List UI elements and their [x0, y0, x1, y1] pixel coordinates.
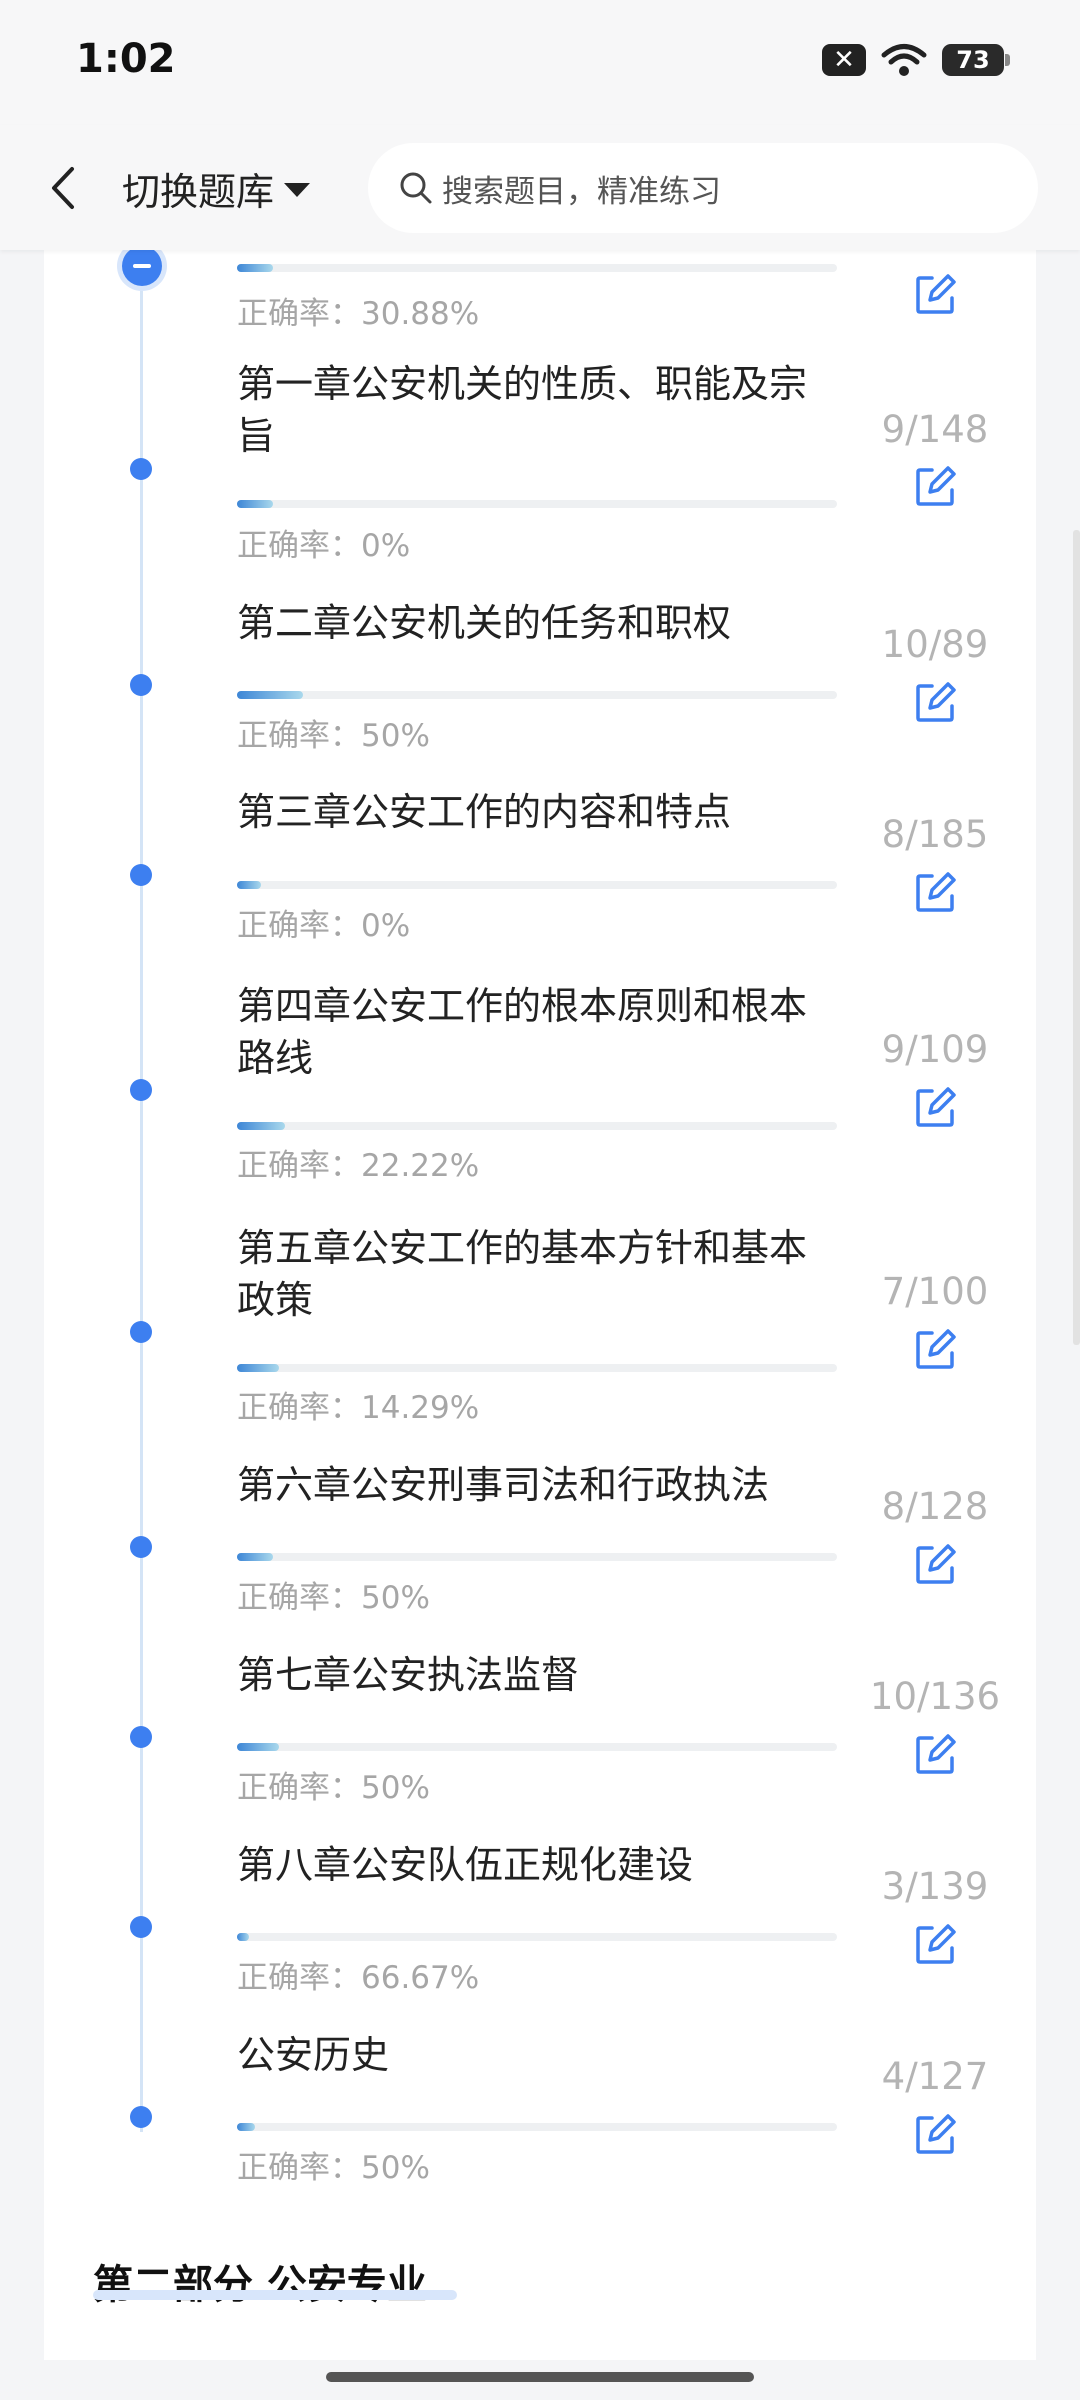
- chapter-title: 第八章公安队伍正规化建设: [237, 1843, 694, 1887]
- timeline-dot: [130, 1916, 152, 1938]
- accuracy-text: 正确率：50%: [237, 1770, 430, 1806]
- wifi-icon: [881, 44, 927, 76]
- search-input[interactable]: 搜索题目，精准练习: [368, 143, 1038, 233]
- progress-fill: [237, 500, 273, 508]
- switch-bank-label: 切换题库: [122, 169, 275, 214]
- top-header: 切换题库 搜索题目，精准练习: [0, 125, 1080, 250]
- collapse-node-icon[interactable]: [122, 246, 162, 286]
- status-time: 1:02: [76, 36, 176, 82]
- home-indicator[interactable]: [326, 2372, 754, 2382]
- edit-icon[interactable]: [912, 2112, 958, 2158]
- progress-track: [237, 2123, 837, 2131]
- progress-track: [237, 1553, 837, 1561]
- progress-track: [237, 1364, 837, 1372]
- scrollbar[interactable]: [1073, 530, 1080, 1345]
- question-count: 9/109: [881, 1028, 989, 1071]
- timeline-line: [140, 262, 143, 2132]
- progress-track: [237, 691, 837, 699]
- progress-fill: [237, 881, 261, 889]
- switch-bank-button[interactable]: 切换题库: [122, 155, 311, 221]
- progress-track: [237, 1933, 837, 1941]
- caret-down-icon: [284, 183, 311, 197]
- edit-icon[interactable]: [912, 1542, 958, 1588]
- timeline-dot: [130, 2106, 152, 2128]
- status-bar: 1:02 ✕ 73: [0, 0, 1080, 125]
- question-count: 8/185: [881, 813, 989, 856]
- progress-fill: [237, 2123, 255, 2131]
- edit-icon[interactable]: [912, 680, 958, 726]
- timeline-dot: [130, 864, 152, 886]
- timeline-dot: [130, 458, 152, 480]
- progress-fill: [237, 1122, 285, 1130]
- accuracy-text: 正确率：30.88%: [237, 296, 480, 332]
- back-arrow-icon: [52, 167, 74, 209]
- edit-icon[interactable]: [912, 1732, 958, 1778]
- chapter-title: 第五章公安工作的基本方针和基本政策: [237, 1226, 808, 1322]
- accuracy-text: 正确率：50%: [237, 2150, 430, 2186]
- battery-icon: 73: [942, 44, 1010, 76]
- progress-track: [237, 500, 837, 508]
- chapter-title: 第六章公安刑事司法和行政执法: [237, 1463, 770, 1507]
- notification-badge-icon: ✕: [822, 44, 866, 76]
- accuracy-text: 正确率：66.67%: [237, 1960, 480, 1996]
- edit-icon[interactable]: [912, 870, 958, 916]
- edit-icon[interactable]: [912, 272, 958, 318]
- chapter-title: 第三章公安工作的内容和特点: [237, 790, 732, 834]
- timeline-dot: [130, 674, 152, 696]
- question-count: 10/89: [881, 623, 989, 666]
- edit-icon[interactable]: [912, 464, 958, 510]
- progress-fill: [237, 691, 303, 699]
- progress-track: [237, 881, 837, 889]
- progress-track: [237, 1743, 837, 1751]
- progress-fill: [237, 1553, 273, 1561]
- accuracy-text: 正确率：0%: [237, 528, 411, 564]
- section-title: 第二部分 公安专业: [93, 2262, 427, 2308]
- back-button[interactable]: [40, 160, 86, 216]
- question-count: 9/148: [881, 408, 989, 451]
- progress-track: [237, 1122, 837, 1130]
- progress-fill: [237, 264, 273, 272]
- chapter-title: 第二章公安机关的任务和职权: [237, 601, 732, 645]
- question-count: 7/100: [881, 1270, 989, 1313]
- question-count: 3/139: [881, 1865, 989, 1908]
- accuracy-text: 正确率：14.29%: [237, 1390, 480, 1426]
- section-title-underline: [93, 2290, 457, 2300]
- edit-icon[interactable]: [912, 1085, 958, 1131]
- progress-track: [237, 264, 837, 272]
- accuracy-text: 正确率：0%: [237, 908, 411, 944]
- progress-fill: [237, 1743, 279, 1751]
- chapter-title: 公安历史: [237, 2033, 390, 2077]
- accuracy-text: 正确率：22.22%: [237, 1148, 480, 1184]
- progress-fill: [237, 1933, 249, 1941]
- chapter-title: 第一章公安机关的性质、职能及宗旨: [237, 362, 808, 458]
- chapter-title: 第四章公安工作的根本原则和根本路线: [237, 984, 808, 1080]
- timeline-dot: [130, 1536, 152, 1558]
- edit-icon[interactable]: [912, 1922, 958, 1968]
- question-count: 10/136: [869, 1675, 1001, 1718]
- chapter-title: 第七章公安执法监督: [237, 1653, 580, 1697]
- question-count: 4/127: [881, 2055, 989, 2098]
- question-count: 8/128: [881, 1485, 989, 1528]
- timeline-dot: [130, 1321, 152, 1343]
- progress-fill: [237, 1364, 279, 1372]
- accuracy-text: 正确率：50%: [237, 718, 430, 754]
- edit-icon[interactable]: [912, 1327, 958, 1373]
- timeline-dot: [130, 1726, 152, 1748]
- accuracy-text: 正确率：50%: [237, 1580, 430, 1616]
- status-icons: ✕ 73: [822, 42, 1010, 78]
- search-icon: [400, 172, 432, 204]
- search-placeholder: 搜索题目，精准练习: [442, 173, 721, 210]
- timeline-dot: [130, 1079, 152, 1101]
